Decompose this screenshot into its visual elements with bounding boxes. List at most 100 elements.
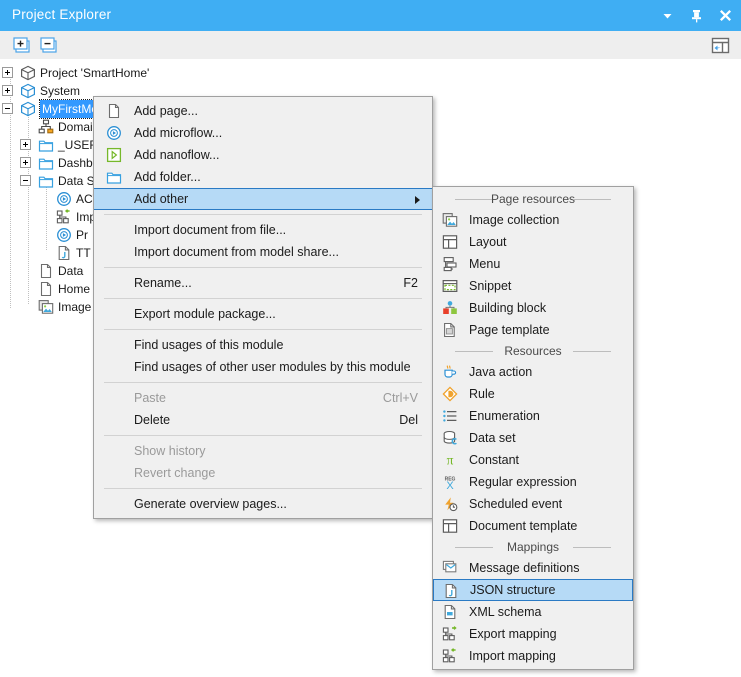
menu-item-label: JSON structure <box>470 583 556 597</box>
menu-item[interactable]: Add folder... <box>94 166 432 188</box>
tree-expander-icon[interactable] <box>20 157 31 168</box>
menu-item[interactable]: Delete Del <box>94 409 432 431</box>
titlebar-buttons <box>660 0 733 31</box>
collapse-all-icon[interactable] <box>40 36 59 55</box>
menu-separator <box>104 267 422 268</box>
menu-item[interactable]: Layout <box>433 231 633 253</box>
menu-item[interactable]: Message definitions <box>433 557 633 579</box>
menu-item[interactable]: REG X Regular expression <box>433 471 633 493</box>
menu-item[interactable]: Generate overview pages... <box>94 493 432 515</box>
window-titlebar: Project Explorer <box>0 0 741 31</box>
java-action-icon <box>442 364 458 380</box>
menu-item-label: Regular expression <box>469 475 577 489</box>
tree-expander-icon[interactable] <box>2 103 13 114</box>
menu-item[interactable]: Add microflow... <box>94 122 432 144</box>
nanoflow-icon <box>106 147 122 163</box>
folder-icon <box>38 173 54 189</box>
menu-item[interactable]: Document template <box>433 515 633 537</box>
add-other-submenu[interactable]: Page resources Image collection Layout Menu… <box>432 186 634 670</box>
menu-item[interactable]: XML schema <box>433 601 633 623</box>
menu-item[interactable]: Building block <box>433 297 633 319</box>
tree-expander-icon[interactable] <box>20 175 31 186</box>
menu-item[interactable]: Enumeration <box>433 405 633 427</box>
menu-item-label: Import mapping <box>469 649 556 663</box>
menu-item[interactable]: Rename... F2 <box>94 272 432 294</box>
menu-item[interactable]: Menu <box>433 253 633 275</box>
close-icon[interactable] <box>718 8 733 23</box>
menu-separator <box>104 435 422 436</box>
menu-item[interactable]: Snippet <box>433 275 633 297</box>
menu-item[interactable]: Find usages of this module <box>94 334 432 356</box>
menu-item[interactable]: Java action <box>433 361 633 383</box>
json-structure-icon <box>56 245 72 261</box>
menu-item[interactable]: Import document from file... <box>94 219 432 241</box>
xml-schema-icon <box>442 604 458 620</box>
menu-separator <box>104 382 422 383</box>
page-template-icon <box>442 322 458 338</box>
image-collection-icon <box>38 299 54 315</box>
menu-item-label: Generate overview pages... <box>134 497 287 511</box>
menu-icon <box>442 256 458 272</box>
svg-text:π: π <box>447 453 454 468</box>
tree-item-label: Pr <box>76 228 88 242</box>
microflow-icon <box>106 125 122 141</box>
menu-item[interactable]: Page template <box>433 319 633 341</box>
snippet-icon <box>442 278 458 294</box>
explorer-toolbar <box>0 31 741 60</box>
dock-panel-icon[interactable] <box>711 36 730 55</box>
menu-item[interactable]: Add other <box>94 188 432 210</box>
menu-item[interactable]: Export mapping <box>433 623 633 645</box>
menu-item[interactable]: Add nanoflow... <box>94 144 432 166</box>
menu-item[interactable]: Export module package... <box>94 303 432 325</box>
image-collection-icon <box>442 212 458 228</box>
menu-item[interactable]: π Constant <box>433 449 633 471</box>
menu-item-label: Rule <box>469 387 495 401</box>
page-icon <box>38 263 54 279</box>
constant-icon: π <box>442 452 458 468</box>
domain-model-icon <box>38 119 54 135</box>
menu-item[interactable]: JSON structure <box>433 579 633 601</box>
module-icon <box>20 83 36 99</box>
menu-item: Paste Ctrl+V <box>94 387 432 409</box>
menu-item-label: Data set <box>469 431 516 445</box>
building-block-icon <box>442 300 458 316</box>
menu-item[interactable]: Data set <box>433 427 633 449</box>
menu-item[interactable]: Add page... <box>94 100 432 122</box>
menu-item-label: Paste <box>134 391 166 405</box>
menu-item[interactable]: Image collection <box>433 209 633 231</box>
menu-item: Revert change <box>94 462 432 484</box>
menu-item-label: Add microflow... <box>134 126 223 140</box>
menu-item[interactable]: Rule <box>433 383 633 405</box>
menu-item-label: Add folder... <box>134 170 201 184</box>
tree-expander-icon[interactable] <box>20 139 31 150</box>
import-mapping-icon <box>56 209 72 225</box>
menu-item[interactable]: Scheduled event <box>433 493 633 515</box>
context-menu[interactable]: Add page... Add microflow... Add nanoflow.… <box>93 96 433 519</box>
tree-expander-icon[interactable] <box>2 67 13 78</box>
folder-icon <box>38 155 54 171</box>
menu-item-label: Rename... <box>134 276 192 290</box>
document-template-icon <box>442 518 458 534</box>
menu-item[interactable]: Import document from model share... <box>94 241 432 263</box>
package-icon <box>20 65 36 81</box>
menu-item-label: Menu <box>469 257 501 271</box>
menu-item[interactable]: Import mapping <box>433 645 633 667</box>
tree-expander-icon[interactable] <box>2 85 13 96</box>
expand-all-icon[interactable] <box>13 36 32 55</box>
tree-item-label: Data <box>58 264 84 278</box>
pin-icon[interactable] <box>689 8 704 23</box>
json-structure-icon <box>443 583 459 599</box>
menu-category-header: Resources <box>433 341 633 361</box>
menu-item-label: Add page... <box>134 104 198 118</box>
menu-item-label: Import document from file... <box>134 223 287 237</box>
menu-separator <box>104 488 422 489</box>
enumeration-icon <box>442 408 458 424</box>
menu-category-header: Page resources <box>433 189 633 209</box>
folder-icon <box>38 137 54 153</box>
menu-chevron-icon[interactable] <box>660 8 675 23</box>
menu-item-label: Constant <box>469 453 520 467</box>
menu-item[interactable]: Find usages of other user modules by thi… <box>94 356 432 378</box>
menu-separator <box>104 329 422 330</box>
menu-item-label: Export module package... <box>134 307 276 321</box>
menu-item-label: Document template <box>469 519 578 533</box>
